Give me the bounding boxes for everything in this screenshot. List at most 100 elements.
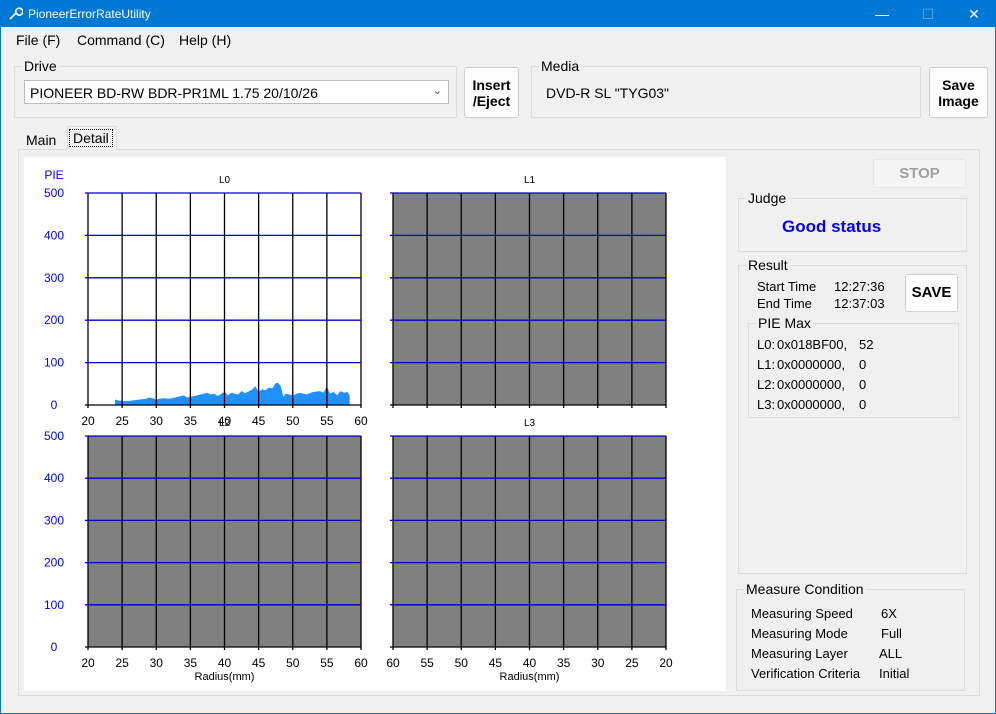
pie-charts: L0010020030040050020 25 30 35 40 45 50 55 60PIE L… — [44, 168, 673, 683]
chart-title: L2 — [219, 418, 231, 429]
x-tick-label: 20 — [659, 656, 673, 670]
media-group: Media DVD-R SL "TYG03" — [531, 58, 921, 118]
y-tick-label: 500 — [44, 186, 64, 200]
pie-max-value: 0 — [859, 377, 867, 392]
end-time-value: 12:37:03 — [834, 296, 885, 311]
start-time-label: Start Time — [757, 279, 817, 294]
y-axis-label: PIE — [44, 168, 63, 182]
measure-value: Initial — [879, 666, 910, 681]
menu-file[interactable]: File (F) — [16, 32, 60, 48]
end-time-label: End Time — [757, 296, 812, 311]
chart-title: L1 — [524, 175, 536, 186]
title-bar: PioneerErrorRateUtility — ☐ ✕ — [1, 1, 995, 27]
y-tick-label: 300 — [44, 513, 64, 527]
x-tick-label: 55 — [320, 656, 334, 670]
pie-max-layer: L2: — [757, 377, 776, 392]
x-tick-label: 35 — [184, 656, 198, 670]
pie-max-address: 0x0000000, — [777, 397, 845, 412]
x-tick-label: 40 — [523, 656, 537, 670]
measure-value: 6X — [881, 606, 897, 621]
pie-max-layer: L0: — [757, 337, 776, 352]
pie-max-value: 0 — [859, 397, 867, 412]
x-tick-label: 45 — [489, 656, 503, 670]
x-tick-label: 30 — [150, 656, 164, 670]
x-tick-label: 45 — [252, 656, 266, 670]
measure-label: Measuring Layer — [751, 646, 848, 661]
app-window: PioneerErrorRateUtility — ☐ ✕ File (F) C… — [0, 0, 996, 714]
x-tick-label: 50 — [286, 656, 300, 670]
menu-command[interactable]: Command (C) — [77, 32, 165, 48]
y-tick-label: 300 — [44, 271, 64, 285]
pie-max-address: 0x0000000, — [777, 377, 845, 392]
x-tick-label: 35 — [557, 656, 571, 670]
x-tick-label: 60 — [354, 414, 368, 428]
measure-value: Full — [881, 626, 902, 641]
judge-group: Judge Good status — [738, 190, 967, 252]
x-axis-label: Radius(mm) — [500, 671, 560, 683]
x-tick-label: 50 — [455, 656, 469, 670]
y-tick-label: 200 — [44, 556, 64, 570]
media-group-label: Media — [539, 58, 582, 74]
menu-help[interactable]: Help (H) — [179, 32, 231, 48]
pie-max-label: PIE Max — [756, 315, 813, 331]
insert-eject-button[interactable]: Insert /Eject — [464, 67, 519, 118]
pie-max-layer: L1: — [757, 357, 776, 372]
y-tick-label: 100 — [44, 356, 64, 370]
pie-max-value: 0 — [859, 357, 867, 372]
maximize-button[interactable]: ☐ — [905, 1, 951, 27]
y-tick-label: 0 — [51, 398, 58, 412]
chart-title: L3 — [524, 418, 536, 429]
tab-main[interactable]: Main — [26, 132, 56, 148]
result-group-label: Result — [746, 257, 790, 273]
chevron-down-icon: ⌄ — [432, 85, 442, 97]
start-time-value: 12:27:36 — [834, 279, 885, 294]
x-axis-label: Radius(mm) — [195, 671, 255, 683]
save-image-label-1: Save — [942, 76, 975, 93]
tab-detail[interactable]: Detail — [69, 129, 113, 147]
plot-panel: L0 0 100 200 300 400 500 20 25 30 35 40 45 50 55 60 PIE L… — [24, 157, 726, 691]
save-image-button[interactable]: Save Image — [929, 67, 988, 118]
drive-group-label: Drive — [22, 58, 59, 74]
y-tick-label: 0 — [51, 640, 58, 654]
pie-max-address: 0x0000000, — [777, 357, 845, 372]
close-button[interactable]: ✕ — [951, 1, 996, 27]
insert-eject-label-2: /Eject — [472, 92, 511, 109]
measure-label: Measuring Speed — [751, 606, 853, 621]
measure-label: Measuring Mode — [751, 626, 848, 641]
save-image-label-2: Image — [938, 92, 979, 109]
x-tick-label: 30 — [591, 656, 605, 670]
judge-status: Good status — [782, 217, 882, 236]
x-tick-label: 60 — [354, 656, 368, 670]
x-tick-label: 40 — [218, 656, 232, 670]
drive-select[interactable]: PIONEER BD-RW BDR-PR1ML 1.75 20/10/26 ⌄ — [24, 80, 449, 104]
measure-label: Verification Criteria — [751, 666, 861, 681]
y-tick-label: 400 — [44, 228, 64, 242]
wrench-icon — [9, 7, 23, 20]
x-tick-label: 25 — [625, 656, 639, 670]
x-tick-label: 50 — [286, 414, 300, 428]
x-tick-label: 55 — [320, 414, 334, 428]
stop-button[interactable]: STOP — [873, 159, 966, 188]
x-tick-label: 60 — [386, 656, 400, 670]
x-tick-label: 20 — [81, 414, 95, 428]
x-tick-label: 35 — [184, 414, 198, 428]
y-tick-label: 500 — [44, 429, 64, 443]
measure-value: ALL — [879, 646, 903, 661]
menu-bar: File (F) Command (C) Help (H) — [1, 29, 995, 51]
drive-select-value: PIONEER BD-RW BDR-PR1ML 1.75 20/10/26 — [30, 85, 318, 101]
save-result-button[interactable]: SAVE — [905, 274, 958, 312]
window-title: PioneerErrorRateUtility — [28, 7, 151, 21]
pie-max-layer: L3: — [757, 397, 776, 412]
x-tick-label: 25 — [115, 414, 129, 428]
minimize-button[interactable]: — — [859, 1, 905, 27]
judge-group-label: Judge — [746, 190, 789, 206]
insert-eject-label-1: Insert — [472, 76, 511, 93]
y-tick-label: 100 — [44, 598, 64, 612]
pie-max-address: 0x018BF00, — [777, 337, 848, 352]
x-tick-label: 45 — [252, 414, 266, 428]
y-tick-label: 200 — [44, 313, 64, 327]
media-value: DVD-R SL "TYG03" — [546, 85, 670, 101]
pie-max-value: 52 — [859, 337, 874, 352]
measure-condition-label: Measure Condition — [744, 581, 866, 597]
x-tick-label: 55 — [420, 656, 434, 670]
